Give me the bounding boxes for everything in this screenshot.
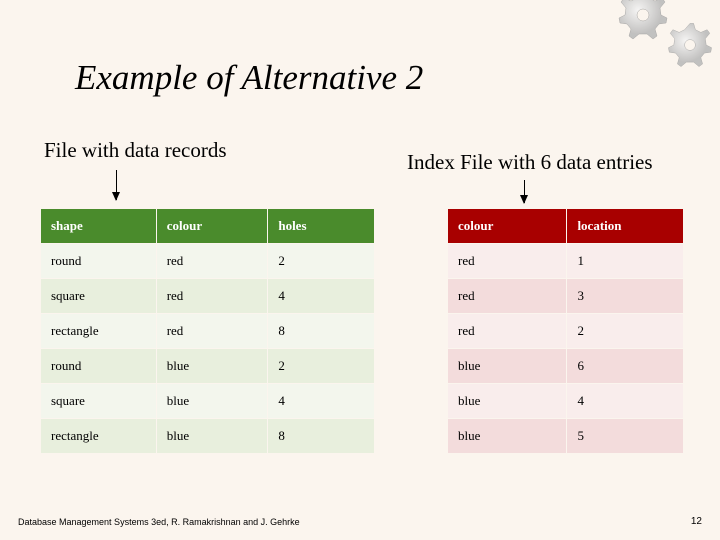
table-row: red3 <box>448 279 684 314</box>
table-row: blue6 <box>448 349 684 384</box>
page-number: 12 <box>691 516 702 527</box>
col-header: location <box>567 209 684 244</box>
table-row: blue5 <box>448 419 684 454</box>
arrow-down-icon <box>116 170 117 200</box>
table-row: roundred2 <box>41 244 375 279</box>
table-row: rectangleblue8 <box>41 419 375 454</box>
table-header-row: colour location <box>448 209 684 244</box>
table-row: squarered4 <box>41 279 375 314</box>
col-header: holes <box>268 209 375 244</box>
slide-title: Example of Alternative 2 <box>75 58 423 98</box>
arrow-down-icon <box>524 180 525 203</box>
table-row: roundblue2 <box>41 349 375 384</box>
footer-citation: Database Management Systems 3ed, R. Rama… <box>18 517 300 527</box>
left-table-caption: File with data records <box>44 138 227 163</box>
table-row: rectanglered8 <box>41 314 375 349</box>
col-header: shape <box>41 209 157 244</box>
gears-icon <box>595 0 720 80</box>
right-table-caption: Index File with 6 data entries <box>407 150 653 175</box>
table-row: squareblue4 <box>41 384 375 419</box>
index-file-table: colour location red1 red3 red2 blue6 blu… <box>447 208 684 454</box>
data-records-table: shape colour holes roundred2 squarered4 … <box>40 208 375 454</box>
table-row: blue4 <box>448 384 684 419</box>
table-row: red1 <box>448 244 684 279</box>
col-header: colour <box>448 209 567 244</box>
col-header: colour <box>156 209 268 244</box>
table-row: red2 <box>448 314 684 349</box>
table-header-row: shape colour holes <box>41 209 375 244</box>
